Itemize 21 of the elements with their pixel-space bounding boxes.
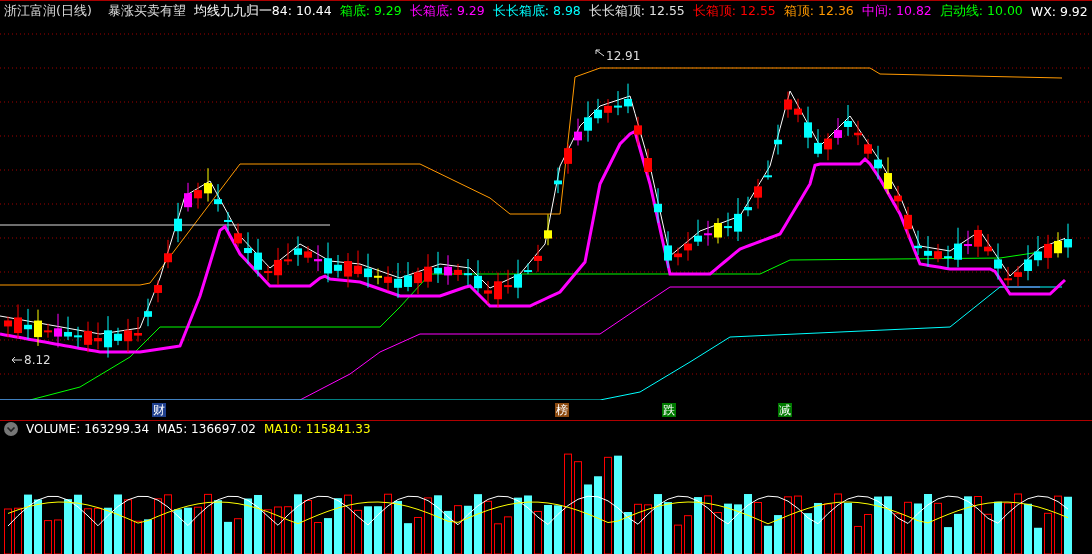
indicator-readout: 均线九九归一84: 10.44 bbox=[193, 3, 332, 20]
signal-label: 减 bbox=[778, 403, 792, 417]
indicator-readout: 中间: 10.82 bbox=[861, 3, 932, 20]
indicator-readout: 长长箱底: 8.98 bbox=[492, 3, 581, 20]
indicator-readout: 长长箱顶: 12.55 bbox=[588, 3, 685, 20]
indicator-readout: WX: 9.92 bbox=[1030, 4, 1088, 19]
price-label: 8.12 bbox=[24, 353, 51, 367]
indicator-readout: 长箱底: 9.29 bbox=[409, 3, 485, 20]
stock-title: 浙江富润(日线) bbox=[4, 3, 92, 20]
signal-label: 榜 bbox=[555, 403, 569, 417]
indicator-readout: 箱顶: 12.36 bbox=[783, 3, 854, 20]
signal-label: 财 bbox=[152, 403, 166, 417]
volume-readout: VOLUME: 163299.34 bbox=[26, 422, 150, 436]
price-label: 12.91 bbox=[606, 49, 641, 63]
indicator-readout: 箱底: 9.29 bbox=[339, 3, 402, 20]
indicator-readout: 启动线: 10.00 bbox=[939, 3, 1023, 20]
volume-readout: MA5: 136697.02 bbox=[157, 422, 256, 436]
indicator-name: 暴涨买卖有望 bbox=[107, 3, 186, 20]
volume-readout: MA10: 115841.33 bbox=[264, 422, 371, 436]
indicator-readout: 长箱顶: 12.55 bbox=[692, 3, 776, 20]
signal-label: 跌 bbox=[662, 403, 676, 417]
